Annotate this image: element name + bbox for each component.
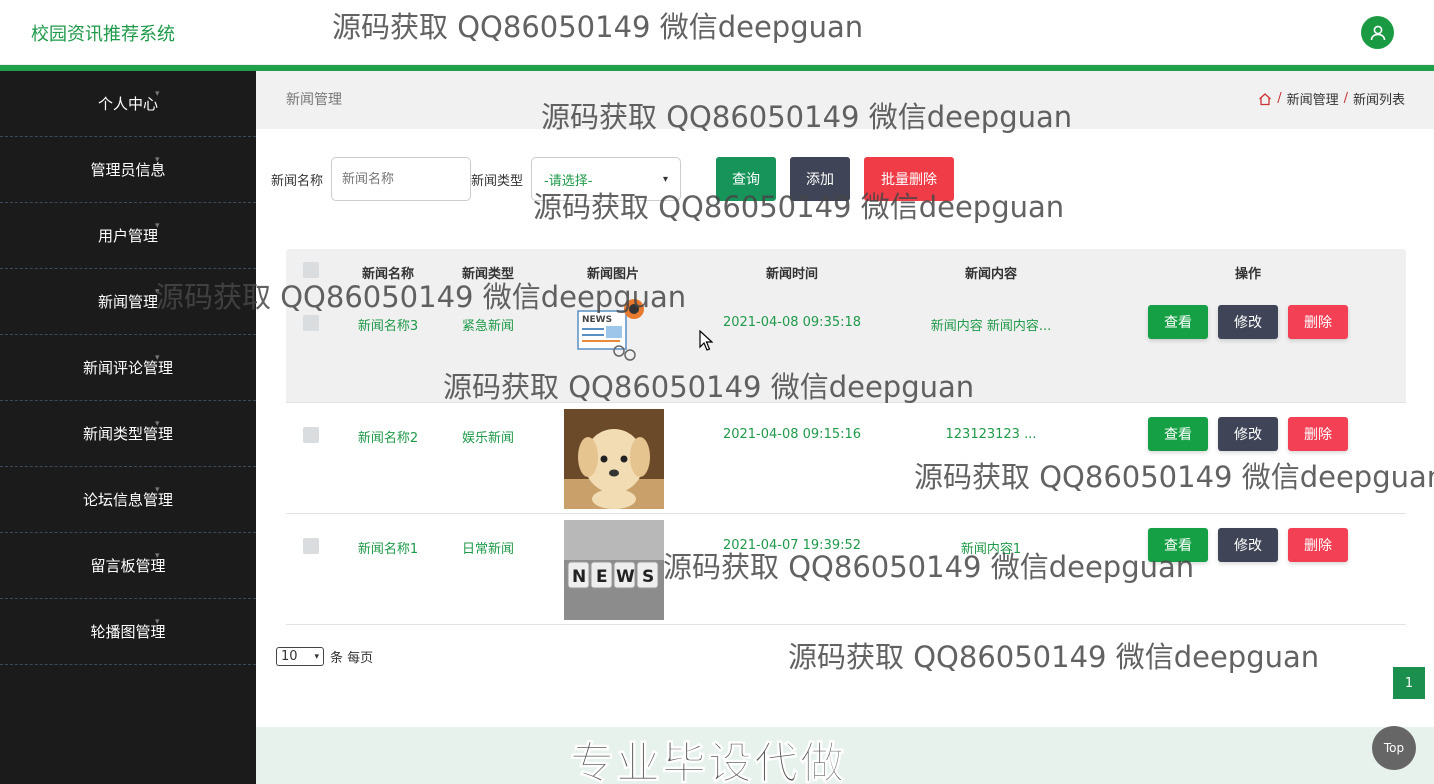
news-name-input[interactable]: [331, 157, 471, 201]
footer-text: 专业毕设代做: [570, 738, 846, 784]
breadcrumb-separator: /: [1343, 91, 1348, 106]
edit-button[interactable]: 修改: [1218, 528, 1278, 562]
chevron-down-icon: ▾: [155, 485, 160, 495]
sidebar: 个人中心 ▾ 管理员信息 ▾ 用户管理 ▾ 新闻管理 ▾ 新闻评论管理 ▾ 新闻类型管理 ▾…: [0, 71, 256, 784]
svg-text:NEWS: NEWS: [582, 315, 612, 325]
delete-button[interactable]: 删除: [1288, 528, 1348, 562]
news-type-selected: -请选择-: [544, 173, 593, 189]
page-title: 新闻管理: [286, 92, 342, 108]
news-image: NEWS: [564, 285, 664, 385]
page-number-button[interactable]: 1: [1393, 667, 1425, 699]
column-header-type: 新闻类型: [461, 267, 515, 282]
view-button[interactable]: 查看: [1148, 528, 1208, 562]
top-header: 校园资讯推荐系统: [0, 0, 1434, 65]
sidebar-item-news-management[interactable]: 新闻管理 ▾: [0, 269, 256, 335]
column-header-time: 新闻时间: [765, 267, 819, 282]
sidebar-item-message-board-management[interactable]: 留言板管理 ▾: [0, 533, 256, 599]
row-checkbox[interactable]: [303, 538, 319, 554]
breadcrumb-separator: /: [1277, 91, 1282, 106]
row-checkbox[interactable]: [303, 315, 319, 331]
view-button[interactable]: 查看: [1148, 417, 1208, 451]
bulk-delete-button[interactable]: 批量删除: [864, 157, 954, 201]
row-checkbox[interactable]: [303, 427, 319, 443]
news-content-cell: 新闻内容 新闻内容...: [930, 319, 1052, 334]
sidebar-item-label: 用户管理: [97, 227, 158, 245]
news-type-cell: 紧急新闻: [461, 319, 515, 334]
news-time-cell: 2021-04-07 19:39:52: [722, 538, 862, 553]
chevron-down-icon: ▾: [155, 287, 160, 297]
news-content-cell: 新闻内容1: [960, 542, 1022, 557]
sidebar-item-user-management[interactable]: 用户管理 ▾: [0, 203, 256, 269]
chevron-down-icon: ▾: [314, 651, 319, 662]
svg-text:N: N: [572, 567, 586, 587]
page-size-select[interactable]: 10 ▾: [276, 647, 324, 666]
chevron-down-icon: ▾: [155, 89, 160, 99]
breadcrumb: / 新闻管理 / 新闻列表: [1258, 89, 1405, 108]
table-row: 新闻名称2 娱乐新闻 2021-04-08 09:15:16 123123123…: [286, 403, 1406, 514]
table-header: 新闻名称 新闻类型 新闻图片 新闻时间 新闻内容 操作: [286, 249, 1406, 291]
breadcrumb-item-news-list: 新闻列表: [1352, 93, 1405, 108]
sidebar-item-news-comment-management[interactable]: 新闻评论管理 ▾: [0, 335, 256, 401]
news-type-cell: 娱乐新闻: [461, 431, 515, 446]
chevron-down-icon: ▾: [155, 419, 160, 429]
news-type-label: 新闻类型: [471, 174, 524, 189]
mouse-cursor-icon: [699, 330, 713, 351]
sidebar-item-admin-info[interactable]: 管理员信息 ▾: [0, 137, 256, 203]
column-header-content: 新闻内容: [964, 267, 1018, 282]
main-content: 新闻管理 / 新闻管理 / 新闻列表 新闻名称 新闻类型 -请选择- ▾ 查询 …: [256, 71, 1434, 784]
chevron-down-icon: ▾: [155, 221, 160, 231]
add-button[interactable]: 添加: [790, 157, 850, 201]
delete-button[interactable]: 删除: [1288, 417, 1348, 451]
sidebar-item-label: 个人中心: [97, 95, 158, 113]
breadcrumb-bar: 新闻管理 / 新闻管理 / 新闻列表: [256, 71, 1434, 129]
news-name-label: 新闻名称: [271, 174, 324, 189]
news-type-select[interactable]: -请选择- ▾: [531, 157, 681, 201]
sidebar-item-news-type-management[interactable]: 新闻类型管理 ▾: [0, 401, 256, 467]
page-size-value: 10: [281, 649, 298, 664]
page-size-control: 10 ▾ 条 每页: [276, 647, 373, 666]
edit-button[interactable]: 修改: [1218, 305, 1278, 339]
table-row: 新闻名称1 日常新闻 N E W S 2021-04-07 19:39:52 新…: [286, 514, 1406, 625]
news-name-cell: 新闻名称3: [357, 319, 419, 334]
home-icon[interactable]: [1258, 92, 1272, 106]
breadcrumb-item-news-management[interactable]: 新闻管理: [1287, 89, 1339, 108]
news-time-cell: 2021-04-08 09:15:16: [722, 427, 862, 442]
svg-text:W: W: [616, 567, 635, 587]
edit-button[interactable]: 修改: [1218, 417, 1278, 451]
chevron-down-icon: ▾: [155, 617, 160, 627]
filter-bar: 新闻名称 新闻类型 -请选择- ▾ 查询 添加 批量删除: [256, 157, 1434, 201]
select-all-checkbox[interactable]: [303, 262, 319, 278]
sidebar-item-label: 新闻管理: [97, 293, 158, 311]
table-row: 新闻名称3 紧急新闻 NEWS 2021-04-08 09:35:18 新闻内容…: [286, 285, 1406, 403]
chevron-down-icon: ▾: [155, 155, 160, 165]
news-time-cell: 2021-04-08 09:35:18: [722, 315, 862, 330]
page-size-suffix: 条 每页: [330, 651, 374, 666]
user-icon: [1370, 25, 1385, 40]
news-name-cell: 新闻名称2: [357, 431, 419, 446]
sidebar-item-personal-center[interactable]: 个人中心 ▾: [0, 71, 256, 137]
column-header-image: 新闻图片: [586, 267, 640, 282]
chevron-down-icon: ▾: [155, 551, 160, 561]
news-type-cell: 日常新闻: [461, 542, 515, 557]
svg-text:S: S: [642, 567, 654, 587]
column-header-actions: 操作: [1234, 267, 1262, 282]
chevron-down-icon: ▾: [155, 353, 160, 363]
news-image: [564, 409, 664, 509]
svg-text:E: E: [596, 567, 608, 587]
news-name-cell: 新闻名称1: [357, 542, 419, 557]
view-button[interactable]: 查看: [1148, 305, 1208, 339]
footer: 专业毕设代做: [256, 727, 1434, 784]
search-button[interactable]: 查询: [716, 157, 776, 201]
brand-title[interactable]: 校园资讯推荐系统: [31, 20, 175, 46]
news-table: 新闻名称 新闻类型 新闻图片 新闻时间 新闻内容 操作 新闻名称3 紧急新闻 N…: [286, 249, 1406, 625]
delete-button[interactable]: 删除: [1288, 305, 1348, 339]
chevron-down-icon: ▾: [662, 173, 668, 185]
sidebar-item-carousel-management[interactable]: 轮播图管理 ▾: [0, 599, 256, 665]
sidebar-item-forum-management[interactable]: 论坛信息管理 ▾: [0, 467, 256, 533]
back-to-top-button[interactable]: Top: [1372, 726, 1416, 770]
column-header-name: 新闻名称: [361, 267, 415, 282]
user-avatar[interactable]: [1361, 16, 1394, 49]
news-content-cell: 123123123 ...: [945, 427, 1037, 442]
news-image: N E W S: [564, 520, 664, 620]
